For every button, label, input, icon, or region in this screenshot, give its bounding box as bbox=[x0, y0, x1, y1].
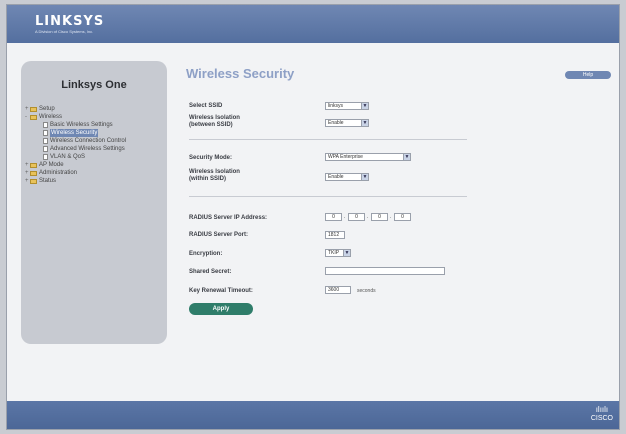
page-icon bbox=[43, 138, 48, 144]
isolation-between-select[interactable]: Enable ▼ bbox=[325, 119, 369, 127]
radius-port-field[interactable]: 1812 bbox=[325, 231, 345, 239]
expand-icon[interactable]: + bbox=[25, 169, 29, 177]
encryption-select[interactable]: TKIP ▼ bbox=[325, 249, 351, 257]
help-button[interactable]: Help bbox=[565, 71, 611, 79]
nav-tree: + Setup - Wireless Basic Wireless Settings… bbox=[25, 105, 126, 185]
security-mode-label: Security Mode: bbox=[189, 155, 233, 161]
chevron-down-icon: ▼ bbox=[403, 154, 410, 160]
logo-subtitle: A Division of Cisco Systems, Inc. bbox=[35, 29, 94, 34]
sidebar: Linksys One + Setup - Wireless Basic Wirel… bbox=[21, 61, 167, 344]
radius-port-label: RADIUS Server Port: bbox=[189, 232, 249, 238]
isolation-within-label: Wireless Isolation (within SSID) bbox=[189, 169, 240, 182]
page-title: Wireless Security bbox=[186, 66, 295, 81]
select-ssid-label: Select SSID bbox=[189, 103, 223, 109]
shared-secret-label: Shared Secret: bbox=[189, 269, 232, 275]
encryption-label: Encryption: bbox=[189, 251, 223, 257]
radius-ip-octet-3[interactable]: 0 bbox=[371, 213, 388, 221]
key-renewal-unit: seconds bbox=[357, 288, 376, 294]
app-window: LINKSYS A Division of Cisco Systems, Inc… bbox=[6, 4, 620, 430]
collapse-icon[interactable]: - bbox=[25, 113, 29, 121]
expand-icon[interactable]: + bbox=[25, 177, 29, 185]
header-bar: LINKSYS A Division of Cisco Systems, Inc… bbox=[7, 5, 619, 43]
folder-icon bbox=[30, 106, 37, 112]
sidebar-item-vlan-qos[interactable]: VLAN & QoS bbox=[25, 153, 126, 161]
chevron-down-icon: ▼ bbox=[361, 174, 368, 180]
expand-icon[interactable]: + bbox=[25, 161, 29, 169]
isolation-between-label: Wireless Isolation (between SSID) bbox=[189, 115, 240, 128]
shared-secret-field[interactable] bbox=[325, 267, 445, 275]
chevron-down-icon: ▼ bbox=[361, 103, 368, 109]
ssid-select[interactable]: linksys ▼ bbox=[325, 102, 369, 110]
sidebar-title: Linksys One bbox=[61, 79, 127, 91]
linksys-logo: LINKSYS bbox=[35, 14, 105, 29]
isolation-within-select[interactable]: Enable ▼ bbox=[325, 173, 369, 181]
page-icon bbox=[43, 146, 48, 152]
key-renewal-field[interactable]: 3600 bbox=[325, 286, 351, 294]
radius-ip-octet-4[interactable]: 0 bbox=[394, 213, 411, 221]
cisco-logo: ılıılı CISCO bbox=[590, 405, 613, 422]
page-icon bbox=[43, 130, 48, 136]
footer-bar: ılıılı CISCO bbox=[7, 401, 619, 429]
chevron-down-icon: ▼ bbox=[361, 120, 368, 126]
sidebar-item-setup[interactable]: + Setup bbox=[25, 105, 126, 113]
page-icon bbox=[43, 122, 48, 128]
expand-icon[interactable]: + bbox=[25, 105, 29, 113]
sidebar-item-connection-control[interactable]: Wireless Connection Control bbox=[25, 137, 126, 145]
sidebar-item-administration[interactable]: + Administration bbox=[25, 169, 126, 177]
apply-button[interactable]: Apply bbox=[189, 303, 253, 315]
sidebar-item-basic-wireless[interactable]: Basic Wireless Settings bbox=[25, 121, 126, 129]
folder-icon bbox=[30, 170, 37, 176]
sidebar-item-status[interactable]: + Status bbox=[25, 177, 126, 185]
divider bbox=[189, 196, 467, 197]
ip-dot: . bbox=[344, 214, 346, 220]
page-icon bbox=[43, 154, 48, 160]
ip-dot: . bbox=[390, 214, 392, 220]
radius-ip-octet-1[interactable]: 0 bbox=[325, 213, 342, 221]
folder-icon bbox=[30, 114, 37, 120]
divider bbox=[189, 139, 467, 140]
ip-dot: . bbox=[367, 214, 369, 220]
security-mode-select[interactable]: WPA Enterprise ▼ bbox=[325, 153, 411, 161]
sidebar-item-wireless-security[interactable]: Wireless Security bbox=[25, 129, 126, 137]
sidebar-item-wireless[interactable]: - Wireless bbox=[25, 113, 126, 121]
sidebar-item-ap-mode[interactable]: + AP Mode bbox=[25, 161, 126, 169]
folder-icon bbox=[30, 162, 37, 168]
chevron-down-icon: ▼ bbox=[343, 250, 350, 256]
folder-icon bbox=[30, 178, 37, 184]
radius-ip-octet-2[interactable]: 0 bbox=[348, 213, 365, 221]
key-renewal-label: Key Renewal Timeout: bbox=[189, 288, 253, 294]
radius-ip-label: RADIUS Server IP Address: bbox=[189, 215, 268, 221]
sidebar-item-advanced-wireless[interactable]: Advanced Wireless Settings bbox=[25, 145, 126, 153]
